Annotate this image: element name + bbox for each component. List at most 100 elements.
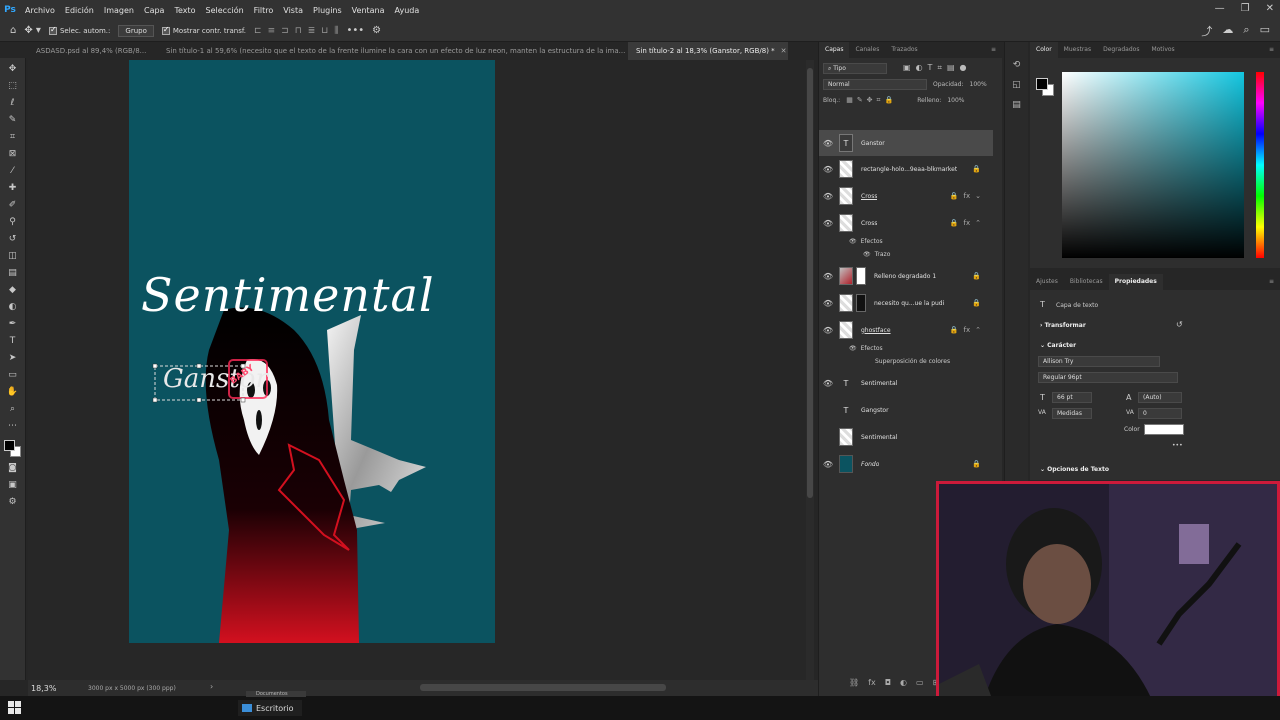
stamp-tool-icon[interactable]: ⚲ — [4, 215, 22, 229]
lock-icon[interactable]: 🔒 — [950, 192, 959, 200]
menu-vista[interactable]: Vista — [278, 6, 308, 15]
quick-mask-icon[interactable]: ◙ — [4, 461, 22, 475]
hue-slider[interactable] — [1256, 72, 1264, 258]
panel-menu-icon[interactable]: ≡ — [1263, 42, 1280, 58]
filter-smart-icon[interactable]: ▤ — [947, 63, 955, 73]
history-icon[interactable]: ⟲ — [1013, 60, 1021, 70]
panel-menu-icon[interactable]: ≡ — [985, 42, 1002, 58]
rectangle-tool-icon[interactable]: ▭ — [4, 368, 22, 382]
fill-value[interactable]: 100% — [947, 97, 964, 104]
photoshop-logo-icon[interactable]: Ps — [0, 0, 20, 20]
visibility-eye-icon[interactable]: 👁 — [849, 238, 857, 245]
layer-name[interactable]: Gangstor — [861, 407, 889, 414]
more-tools-icon[interactable]: ⋯ — [4, 419, 22, 433]
horizontal-scrollbar[interactable] — [420, 684, 666, 691]
menu-texto[interactable]: Texto — [169, 6, 200, 15]
effects-row[interactable]: 👁 Efectos — [849, 238, 883, 245]
maximize-icon[interactable]: ❐ — [1241, 3, 1250, 14]
more-options-button[interactable]: ••• — [346, 25, 364, 36]
vertical-scrollbar[interactable] — [806, 60, 814, 680]
new-group-icon[interactable]: ▭ — [916, 678, 924, 687]
workspace-icon[interactable]: ▭ — [1260, 23, 1270, 39]
frame-tool-icon[interactable]: ⊠ — [4, 147, 22, 161]
settings-gear-icon[interactable]: ⚙ — [372, 25, 381, 36]
search-icon[interactable]: ⌕ — [1243, 23, 1249, 39]
font-style-select[interactable]: Regular 96pt — [1038, 372, 1178, 383]
character-section[interactable]: ⌄ Carácter — [1040, 342, 1076, 349]
blend-mode-select[interactable]: Normal — [823, 78, 927, 90]
reset-icon[interactable]: ↺ — [1176, 320, 1183, 329]
layer-name[interactable]: rectangle-holo...9eaa-blkmarket — [861, 166, 957, 173]
lock-icon[interactable]: 🔒 — [972, 299, 981, 307]
kerning-field[interactable]: Medidas — [1052, 408, 1092, 419]
lock-icons[interactable]: ▦✎✥⌗🔒 — [846, 96, 897, 105]
text-color-swatch[interactable] — [1144, 424, 1184, 435]
layer-name[interactable]: Sentimental — [861, 434, 897, 441]
align-right-icon[interactable]: ⊐ — [281, 26, 289, 36]
add-mask-icon[interactable]: ◘ — [885, 678, 891, 687]
home-icon[interactable]: ⌂ — [10, 25, 16, 36]
cloud-icon[interactable]: ☁ — [1222, 23, 1233, 39]
layer-name[interactable]: ghostface — [861, 327, 891, 334]
blur-tool-icon[interactable]: ◆ — [4, 283, 22, 297]
visibility-eye-icon[interactable]: 👁 — [819, 139, 837, 148]
menu-ayuda[interactable]: Ayuda — [390, 6, 425, 15]
leading-field[interactable]: (Auto) — [1138, 392, 1182, 403]
windows-start-icon[interactable] — [8, 701, 22, 715]
layer-row[interactable]: 👁 necesito qu...ue la pudi 🔒 — [819, 290, 993, 316]
tab-sin-titulo-2[interactable]: Sin título-2 al 18,3% (Ganstor, RGB/8) *… — [628, 42, 788, 60]
path-select-icon[interactable]: ➤ — [4, 351, 22, 365]
fx-icon[interactable]: fx — [964, 219, 971, 227]
tab-degradados[interactable]: Degradados — [1097, 42, 1145, 58]
collapse-icon[interactable]: ⌃ — [975, 326, 981, 334]
lock-icon[interactable]: 🔒 — [950, 326, 959, 334]
lock-icon[interactable]: 🔒 — [972, 272, 981, 280]
visibility-eye-icon[interactable]: 👁 — [819, 460, 837, 469]
canvas-area[interactable]: Sentimental Ganstor BABY — [28, 60, 806, 680]
filter-toggle-icon[interactable]: ● — [960, 63, 967, 73]
filter-pixel-icon[interactable]: ▣ — [903, 63, 911, 73]
menu-imagen[interactable]: Imagen — [99, 6, 139, 15]
edit-toolbar-icon[interactable]: ⚙ — [4, 495, 22, 509]
status-arrow-icon[interactable]: › — [210, 682, 213, 691]
layer-row[interactable]: 👁 ghostface 🔒 fx ⌃ — [819, 317, 993, 343]
layer-name[interactable]: Ganstor — [861, 140, 885, 147]
crop-tool-icon[interactable]: ⌗ — [4, 130, 22, 144]
stroke-effect-row[interactable]: 👁 Trazo — [863, 251, 890, 258]
taskbar-item-escritorio[interactable]: Escritorio — [238, 700, 302, 716]
layer-row[interactable]: 👁 Cross 🔒 fx ⌃ — [819, 210, 993, 236]
foreground-swatch[interactable] — [3, 440, 15, 451]
filter-shape-icon[interactable]: ⌗ — [937, 63, 942, 73]
effects-row[interactable]: 👁 Efectos — [849, 345, 883, 352]
lock-icon[interactable]: 🔒 — [950, 219, 959, 227]
document-canvas[interactable]: Sentimental Ganstor BABY — [129, 60, 495, 643]
opacity-value[interactable]: 100% — [970, 81, 987, 88]
layer-row[interactable]: 👁 T Sentimental — [819, 370, 993, 396]
layer-row[interactable]: Sentimental — [819, 424, 993, 450]
gradient-tool-icon[interactable]: ▤ — [4, 266, 22, 280]
font-size-field[interactable]: 66 pt — [1052, 392, 1092, 403]
layer-name[interactable]: Cross — [861, 193, 877, 200]
filter-kind-select[interactable]: ⌕ Tipo — [823, 62, 887, 74]
layer-row[interactable]: 👁 rectangle-holo...9eaa-blkmarket 🔒 — [819, 156, 993, 182]
navigator-icon[interactable]: ◱ — [1012, 80, 1021, 90]
auto-select-checkbox[interactable]: Selec. autom.: — [48, 25, 110, 35]
font-family-select[interactable]: Allison Try — [1038, 356, 1160, 367]
layer-row[interactable]: 👁 T Ganstor — [819, 130, 993, 156]
documents-popup[interactable]: Documentos — [246, 691, 306, 697]
close-icon[interactable]: ✕ — [1266, 3, 1274, 14]
history-brush-icon[interactable]: ↺ — [4, 232, 22, 246]
visibility-eye-icon[interactable]: 👁 — [819, 379, 837, 388]
tab-capas[interactable]: Capas — [819, 42, 850, 58]
align-center-icon[interactable]: ≡ — [268, 26, 276, 36]
zoom-tool-icon[interactable]: ⌕ — [4, 402, 22, 416]
visibility-eye-icon[interactable]: 👁 — [819, 165, 837, 174]
share-icon[interactable]: ⤴ — [1201, 23, 1212, 39]
hand-tool-icon[interactable]: ✋ — [4, 385, 22, 399]
layer-name[interactable]: necesito qu...ue la pudi — [874, 300, 944, 307]
quick-select-tool-icon[interactable]: ✎ — [4, 113, 22, 127]
layer-row[interactable]: 👁 Relleno degradado 1 🔒 — [819, 263, 993, 289]
foreground-color[interactable] — [1036, 78, 1048, 90]
link-layers-icon[interactable]: ⛓ — [849, 678, 859, 687]
tab-motivos[interactable]: Motivos — [1145, 42, 1180, 58]
